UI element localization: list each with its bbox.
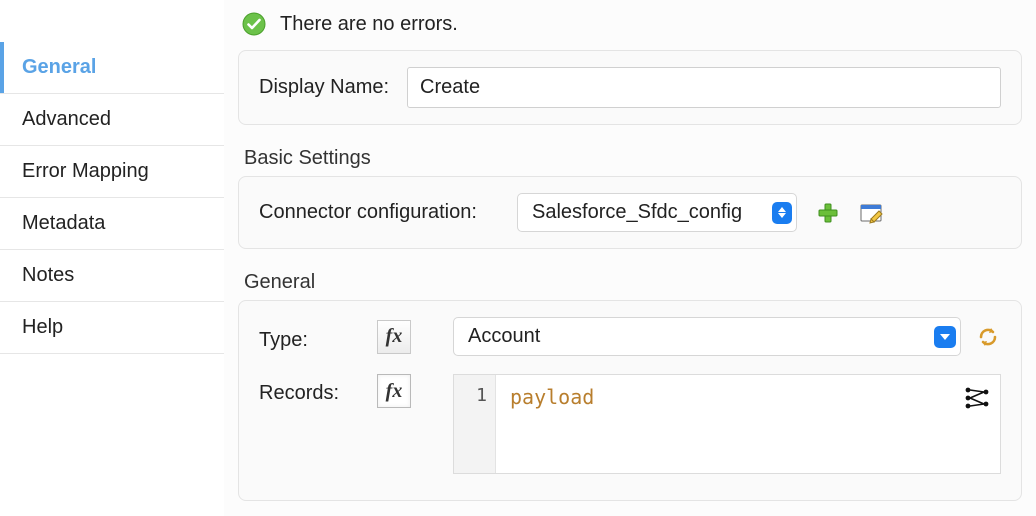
tab-label: Metadata	[22, 212, 105, 234]
type-label: Type:	[259, 321, 359, 352]
status-message: There are no errors.	[280, 13, 458, 36]
editor-gutter: 1	[454, 375, 496, 473]
tab-label: Error Mapping	[22, 160, 149, 182]
tab-help[interactable]: Help	[0, 301, 224, 354]
tab-general[interactable]: General	[0, 42, 224, 93]
basic-settings-panel: Connector configuration: Salesforce_Sfdc…	[238, 176, 1022, 249]
general-heading: General	[244, 271, 1016, 294]
main-content: There are no errors. Display Name: Basic…	[224, 0, 1036, 516]
records-expression-button[interactable]: fx	[377, 374, 411, 408]
settings-tabs: General Advanced Error Mapping Metadata …	[0, 0, 224, 516]
records-label: Records:	[259, 374, 359, 405]
editor-content[interactable]: payload	[496, 375, 1000, 473]
validation-status: There are no errors.	[238, 6, 1022, 50]
type-select[interactable]: Account	[453, 317, 961, 356]
general-panel: Type: fx Account	[238, 300, 1022, 501]
basic-settings-heading: Basic Settings	[244, 147, 1016, 170]
type-value: Account	[468, 325, 540, 347]
open-mapping-button[interactable]	[964, 385, 990, 411]
tab-notes[interactable]: Notes	[0, 249, 224, 301]
connector-config-value: Salesforce_Sfdc_config	[532, 201, 754, 224]
tab-label: Notes	[22, 264, 74, 286]
tab-label: Advanced	[22, 108, 111, 130]
type-expression-button[interactable]: fx	[377, 320, 411, 354]
success-icon	[242, 12, 266, 36]
display-name-label: Display Name:	[259, 76, 389, 99]
tab-advanced[interactable]: Advanced	[0, 93, 224, 145]
records-expression-editor[interactable]: 1 payload	[453, 374, 1001, 474]
configuration-panel: General Advanced Error Mapping Metadata …	[0, 0, 1036, 516]
add-connector-button[interactable]	[815, 200, 841, 226]
display-name-input[interactable]	[407, 67, 1001, 108]
connector-config-label: Connector configuration:	[259, 201, 499, 224]
tab-label: General	[22, 56, 96, 78]
edit-connector-button[interactable]	[859, 200, 885, 226]
tab-label: Help	[22, 316, 63, 338]
display-name-panel: Display Name:	[238, 50, 1022, 125]
line-number: 1	[454, 385, 487, 406]
tab-metadata[interactable]: Metadata	[0, 197, 224, 249]
connector-config-select[interactable]: Salesforce_Sfdc_config	[517, 193, 797, 232]
stepper-icon	[772, 202, 792, 224]
refresh-metadata-button[interactable]	[975, 324, 1001, 350]
tab-error-mapping[interactable]: Error Mapping	[0, 145, 224, 197]
chevron-down-icon	[934, 326, 956, 348]
